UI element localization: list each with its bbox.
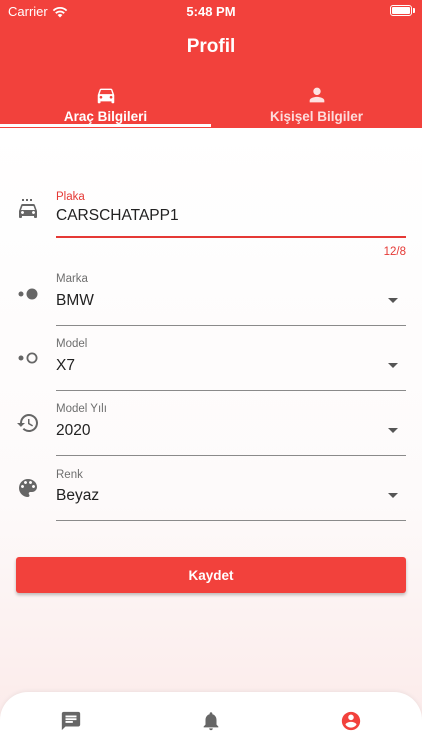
model-year-label: Model Yılı xyxy=(56,403,107,415)
chat-icon[interactable] xyxy=(60,710,82,732)
marka-field[interactable]: Marka BMW xyxy=(0,270,422,328)
chevron-down-icon[interactable] xyxy=(388,298,398,303)
chevron-down-icon[interactable] xyxy=(388,493,398,498)
model-year-value[interactable]: 2020 xyxy=(56,422,90,440)
tab-label-vehicle: Araç Bilgileri xyxy=(63,109,148,124)
account-circle-icon[interactable] xyxy=(340,710,362,732)
tab-indicator xyxy=(0,124,211,127)
color-underline xyxy=(56,520,406,521)
model-year-underline xyxy=(56,455,406,456)
tab-label-personal: Kişişel Bilgiler xyxy=(269,109,364,124)
person-icon xyxy=(309,87,324,103)
plaka-label: Plaka xyxy=(56,191,85,203)
marka-value[interactable]: BMW xyxy=(56,292,94,310)
tab-vehicle-info[interactable]: Araç Bilgileri xyxy=(0,84,211,128)
color-field[interactable]: Renk Beyaz xyxy=(0,466,422,524)
marka-underline xyxy=(56,325,406,326)
chevron-down-icon[interactable] xyxy=(388,363,398,368)
plaka-field[interactable]: Plaka CARSCHATAPP1 12/8 xyxy=(0,186,422,266)
car-side-icon xyxy=(19,199,37,218)
battery-icon xyxy=(390,5,415,16)
app-header: Carrier 5:48 PM Profil Araç Bilgileri Ki… xyxy=(0,0,422,128)
history-icon xyxy=(17,414,38,432)
status-bar: Carrier 5:48 PM xyxy=(0,0,422,24)
color-value[interactable]: Beyaz xyxy=(56,487,99,505)
palette-icon xyxy=(19,479,37,497)
model-underline xyxy=(56,390,406,391)
plaka-char-counter: 12/8 xyxy=(383,246,406,258)
plaka-input[interactable]: CARSCHATAPP1 xyxy=(56,207,179,225)
car-icon xyxy=(97,88,114,104)
bell-icon[interactable] xyxy=(200,710,222,732)
model-label: Model xyxy=(56,338,88,350)
toggle-dots-icon xyxy=(18,288,38,300)
toggle-dots-outline-icon xyxy=(18,352,38,364)
marka-label: Marka xyxy=(56,273,88,285)
model-value[interactable]: X7 xyxy=(56,357,75,375)
tab-personal-info[interactable]: Kişişel Bilgiler xyxy=(211,84,422,128)
model-year-field[interactable]: Model Yılı 2020 xyxy=(0,401,422,459)
status-time: 5:48 PM xyxy=(186,4,236,19)
save-button[interactable]: Kaydet xyxy=(16,557,406,593)
plaka-underline xyxy=(56,236,406,238)
page-title: Profil xyxy=(186,36,236,57)
model-field[interactable]: Model X7 xyxy=(0,336,422,394)
bottom-navigation xyxy=(0,692,422,750)
color-label: Renk xyxy=(56,469,83,481)
chevron-down-icon[interactable] xyxy=(388,428,398,433)
